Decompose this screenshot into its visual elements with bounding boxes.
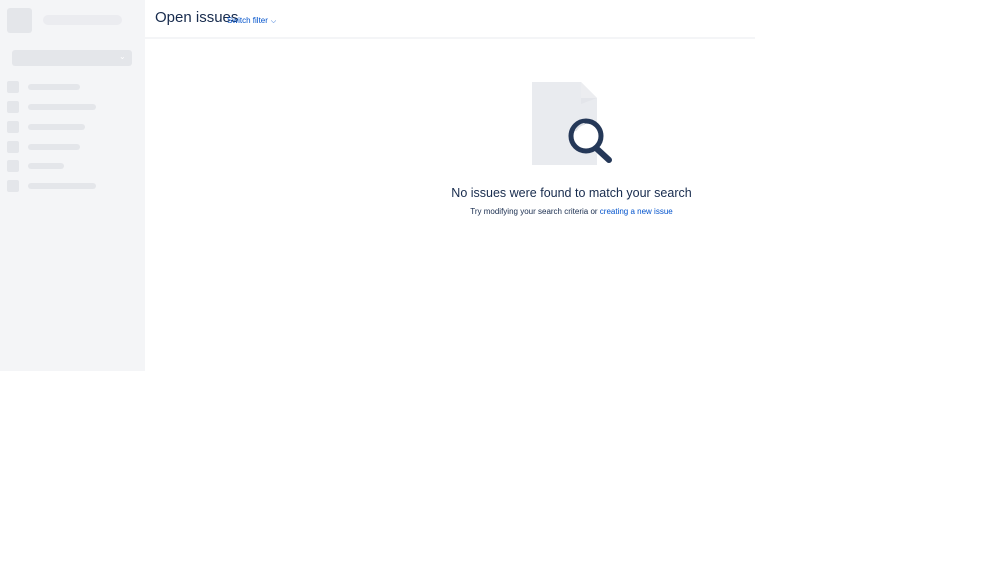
chevron-down-icon: ⌵ (270, 18, 277, 25)
nav-icon-placeholder (7, 160, 19, 172)
sidebar-skeleton: ⌄ (0, 0, 145, 371)
nav-label-placeholder (28, 124, 85, 130)
nav-icon-placeholder (7, 101, 19, 113)
document-search-icon (532, 82, 612, 165)
switch-filter-button[interactable]: Switch filter ⌵ (227, 16, 276, 26)
project-name-placeholder (43, 15, 122, 25)
nav-icon-placeholder (7, 121, 19, 133)
nav-icon-placeholder (7, 81, 19, 93)
nav-icon-placeholder (7, 180, 19, 192)
empty-state: No issues were found to match your searc… (145, 38, 999, 238)
page-header: Open issues Switch filter ⌵ (145, 0, 755, 39)
create-issue-link[interactable]: creating a new issue (600, 207, 673, 216)
nav-icon-placeholder (7, 141, 19, 153)
app-root: ⌄ Open issues Switch filter ⌵ No issues … (0, 0, 999, 562)
empty-state-subtitle-text: Try modifying your search criteria or (470, 207, 598, 216)
project-avatar-placeholder (7, 8, 32, 33)
empty-state-title: No issues were found to match your searc… (451, 186, 692, 200)
switch-filter-label: Switch filter (227, 16, 268, 25)
filter-select-placeholder: ⌄ (12, 50, 132, 66)
page-title: Open issues (155, 9, 239, 26)
empty-state-subtitle: Try modifying your search criteria or cr… (145, 207, 998, 216)
nav-label-placeholder (28, 163, 64, 169)
chevron-down-icon: ⌄ (119, 52, 126, 61)
nav-label-placeholder (28, 183, 96, 189)
nav-label-placeholder (28, 84, 80, 90)
nav-label-placeholder (28, 104, 96, 110)
nav-label-placeholder (28, 144, 80, 150)
